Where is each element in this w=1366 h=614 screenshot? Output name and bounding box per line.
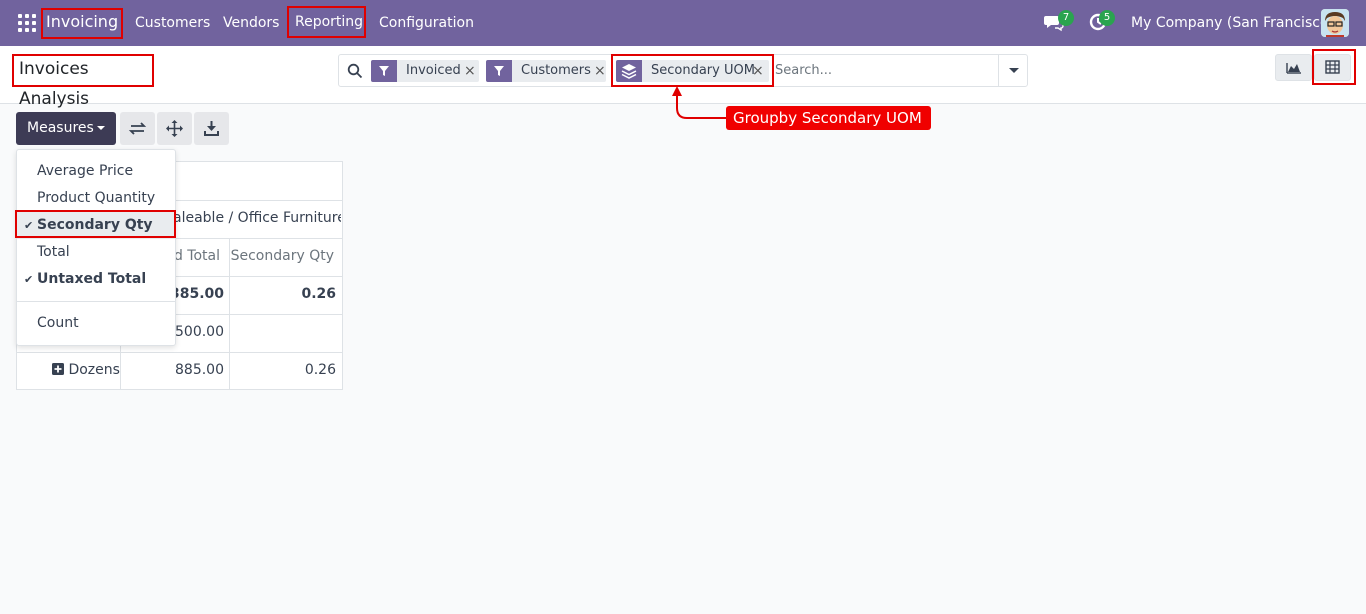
company-switcher[interactable]: My Company (San Francisco): [1131, 0, 1334, 46]
menu-reporting[interactable]: Reporting: [287, 6, 366, 38]
messages-badge: 7: [1058, 10, 1074, 26]
check-icon: ✔: [24, 273, 34, 286]
caret-down-icon: [97, 126, 105, 130]
measure-header-secondary-qty[interactable]: Secondary Qty: [230, 238, 342, 275]
measure-untaxed-total[interactable]: ✔ Untaxed Total: [17, 266, 175, 293]
measure-label: Average Price: [37, 163, 134, 179]
facet-secondary-uom: Secondary UOM ×: [616, 60, 769, 82]
facet-label: Customers: [521, 63, 591, 78]
annotation-callout: Groupby Secondary UOM: [726, 106, 931, 130]
facet-remove-icon[interactable]: ×: [752, 60, 764, 82]
measure-label: Secondary Qty: [37, 217, 153, 233]
facet-label: Invoiced: [406, 63, 461, 78]
pivot-view-button[interactable]: [1314, 54, 1351, 81]
row-header-dozens[interactable]: Dozens: [52, 352, 120, 389]
search-input[interactable]: [775, 55, 997, 86]
menu-customers[interactable]: Customers: [135, 0, 210, 46]
search-options-toggle[interactable]: [998, 55, 1027, 86]
measure-count[interactable]: Count: [17, 310, 175, 337]
swap-arrows-icon: [128, 122, 147, 135]
facet-remove-icon[interactable]: ×: [594, 60, 606, 82]
area-chart-icon: [1286, 63, 1301, 74]
check-icon: ✔: [24, 219, 34, 232]
menu-vendors[interactable]: Vendors: [223, 0, 279, 46]
facet-remove-icon[interactable]: ×: [464, 60, 476, 82]
facet-customers: Customers ×: [486, 60, 606, 82]
facet-invoiced: Invoiced ×: [371, 60, 479, 82]
filter-icon: [486, 60, 512, 82]
measures-label: Measures: [27, 120, 94, 136]
filter-icon: [371, 60, 397, 82]
activities-badge: 5: [1099, 10, 1115, 26]
measure-secondary-qty[interactable]: ✔ Secondary Qty: [17, 212, 175, 239]
measure-average-price[interactable]: Average Price: [17, 158, 175, 185]
flip-axis-button[interactable]: [120, 112, 155, 145]
dropdown-divider: [17, 301, 175, 302]
search-bar[interactable]: Invoiced × Customers × Secondary UOM ×: [338, 54, 1028, 87]
page-title: Invoices Analysis: [12, 54, 154, 109]
measure-label: Total: [37, 244, 70, 260]
avatar-face-icon: [1321, 9, 1349, 37]
download-button[interactable]: [194, 112, 229, 145]
annotation-arrow-icon: [672, 86, 727, 119]
measure-product-quantity[interactable]: Product Quantity: [17, 185, 175, 212]
measure-label: Count: [37, 315, 79, 331]
group-by-layers-icon: [616, 60, 642, 82]
top-navbar: Invoicing Customers Vendors Reporting Co…: [0, 0, 1366, 46]
app-name-invoicing[interactable]: Invoicing: [41, 8, 123, 39]
download-icon: [204, 121, 219, 136]
column-group-header[interactable]: aleable / Office Furniture: [173, 200, 341, 237]
user-avatar[interactable]: [1321, 9, 1349, 37]
table-icon: [1325, 60, 1340, 74]
measures-button[interactable]: Measures: [16, 112, 116, 145]
cell-total-secondary[interactable]: 0.26: [230, 276, 342, 313]
cell-dozens-untaxed[interactable]: 885.00: [121, 352, 228, 389]
row-label: Dozens: [68, 362, 120, 378]
expand-all-button[interactable]: [157, 112, 192, 145]
menu-configuration[interactable]: Configuration: [379, 0, 474, 46]
measure-total[interactable]: Total: [17, 239, 175, 266]
measures-dropdown: Average Price Product Quantity ✔ Seconda…: [16, 149, 176, 346]
measure-label: Untaxed Total: [37, 271, 147, 287]
graph-view-button[interactable]: [1275, 54, 1312, 81]
measure-label: Product Quantity: [37, 190, 156, 206]
cell-dozens-secondary[interactable]: 0.26: [230, 352, 342, 389]
search-icon: [347, 63, 363, 79]
apps-menu-icon[interactable]: [18, 14, 36, 32]
arrows-move-icon: [166, 120, 183, 137]
facet-label: Secondary UOM: [651, 63, 755, 78]
plus-square-icon: [52, 363, 64, 375]
